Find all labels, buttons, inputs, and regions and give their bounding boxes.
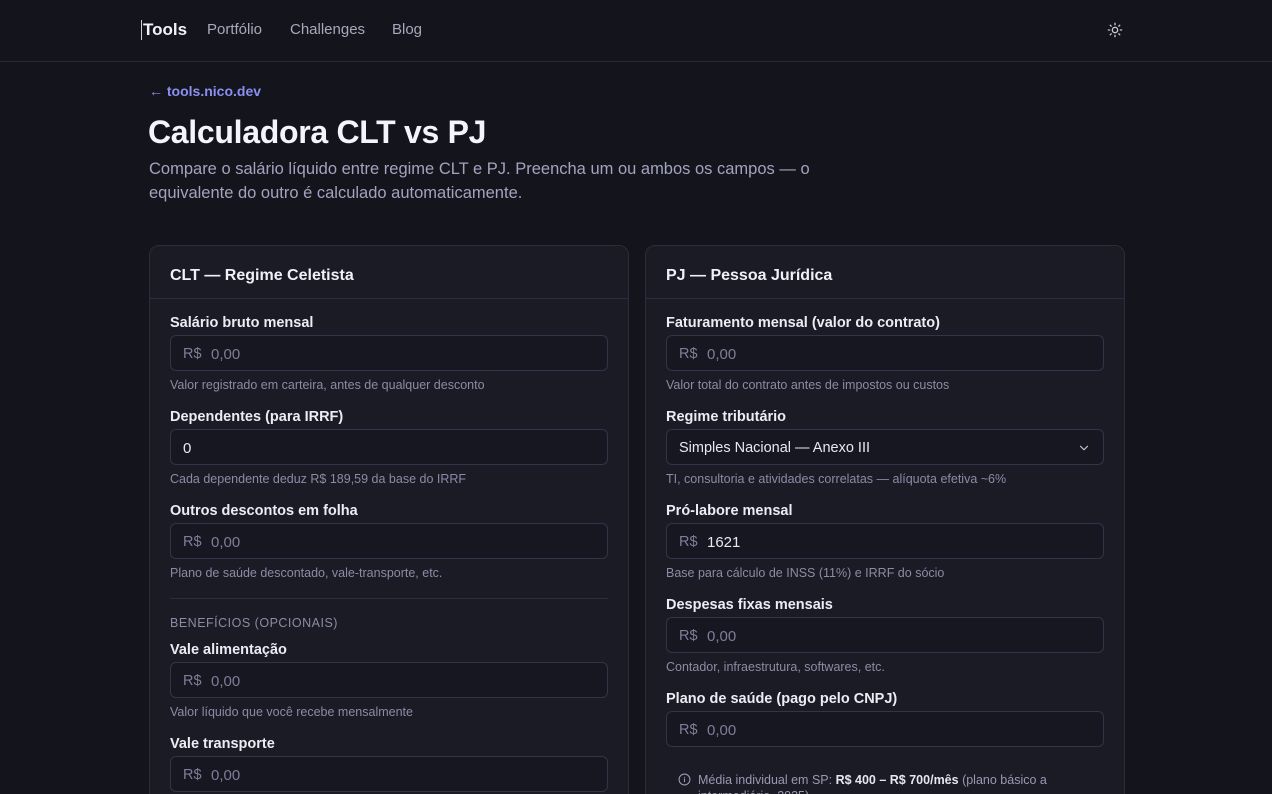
currency-prefix: R$: [183, 673, 202, 689]
currency-prefix: R$: [183, 767, 202, 783]
salary-label: Salário bruto mensal: [170, 315, 314, 331]
note-highlight: R$ 400 – R$ 700/mês: [835, 773, 959, 787]
health-plan-input[interactable]: [707, 720, 1087, 740]
sun-icon: [1107, 22, 1123, 38]
fixed-expenses-field: R$: [666, 617, 1104, 653]
transport-voucher-label: Vale transporte: [170, 736, 275, 752]
currency-prefix: R$: [679, 534, 698, 550]
tax-regime-help: TI, consultoria e atividades correlatas …: [666, 472, 1007, 486]
prolabore-input[interactable]: [707, 532, 1087, 552]
meal-voucher-input[interactable]: [211, 671, 591, 691]
back-link[interactable]: ← tools.nico.dev: [149, 82, 261, 100]
salary-field: R$: [170, 335, 608, 371]
transport-voucher-field: R$: [170, 756, 608, 792]
card-divider: [150, 298, 628, 299]
meal-voucher-label: Vale alimentação: [170, 642, 287, 658]
prolabore-help: Base para cálculo de INSS (11%) e IRRF d…: [666, 566, 945, 580]
transport-voucher-input[interactable]: [211, 765, 591, 785]
tax-regime-selected-value: Simples Nacional — Anexo III: [679, 440, 871, 456]
note-prefix: Média individual em SP:: [698, 773, 836, 787]
revenue-input[interactable]: [707, 344, 1087, 364]
tax-regime-label: Regime tributário: [666, 409, 787, 425]
chevron-down-icon: [1079, 445, 1089, 451]
page-intro: Compare o salário líquido entre regime C…: [149, 160, 810, 202]
revenue-field: R$: [666, 335, 1104, 371]
currency-prefix: R$: [679, 722, 698, 738]
top-navigation: Tools Portfólio Challenges Blog: [0, 0, 1272, 62]
prolabore-label: Pró-labore mensal: [666, 503, 793, 519]
health-plan-label: Plano de saúde (pago pelo CNPJ): [666, 691, 898, 707]
dependents-input[interactable]: [183, 438, 563, 458]
other-deductions-field: R$: [170, 523, 608, 559]
salary-input[interactable]: [211, 344, 591, 364]
fixed-expenses-input[interactable]: [707, 626, 1087, 646]
nav-link-blog[interactable]: Blog: [392, 21, 422, 39]
section-divider: [170, 598, 608, 599]
pj-card-title: PJ — Pessoa Jurídica: [666, 267, 833, 284]
revenue-help: Valor total do contrato antes de imposto…: [666, 378, 950, 392]
currency-prefix: R$: [183, 346, 202, 362]
card-divider: [646, 298, 1124, 299]
dependents-help: Cada dependente deduz R$ 189,59 da base …: [170, 472, 467, 486]
tax-regime-select[interactable]: Simples Nacional — Anexo III: [666, 429, 1104, 465]
fixed-expenses-help: Contador, infraestrutura, softwares, etc…: [666, 660, 885, 674]
brand-logo-link[interactable]: Tools: [141, 20, 187, 40]
info-icon: [678, 773, 691, 786]
health-plan-note: Média individual em SP: R$ 400 – R$ 700/…: [698, 772, 1098, 794]
clt-card-title: CLT — Regime Celetista: [170, 267, 354, 284]
dependents-label: Dependentes (para IRRF): [170, 409, 344, 425]
meal-voucher-field: R$: [170, 662, 608, 698]
other-deductions-input[interactable]: [211, 532, 591, 552]
dependents-field: [170, 429, 608, 465]
page-title: Calculadora CLT vs PJ: [148, 114, 487, 150]
fixed-expenses-label: Despesas fixas mensais: [666, 597, 833, 613]
nav-link-challenges[interactable]: Challenges: [290, 21, 365, 39]
theme-toggle-button[interactable]: [1105, 20, 1125, 40]
benefits-section-heading: BENEFÍCIOS (OPCIONAIS): [170, 616, 338, 630]
prolabore-field: R$: [666, 523, 1104, 559]
meal-voucher-help: Valor líquido que você recebe mensalment…: [170, 705, 413, 719]
currency-prefix: R$: [679, 346, 698, 362]
nav-link-portfolio[interactable]: Portfólio: [207, 21, 262, 39]
clt-card: CLT — Regime Celetista Salário bruto men…: [149, 245, 629, 794]
other-deductions-label: Outros descontos em folha: [170, 503, 358, 519]
health-plan-field: R$: [666, 711, 1104, 747]
salary-help: Valor registrado em carteira, antes de q…: [170, 378, 485, 392]
pj-card: PJ — Pessoa Jurídica Faturamento mensal …: [645, 245, 1125, 794]
currency-prefix: R$: [183, 534, 202, 550]
revenue-label: Faturamento mensal (valor do contrato): [666, 315, 940, 331]
other-deductions-help: Plano de saúde descontado, vale-transpor…: [170, 566, 443, 580]
currency-prefix: R$: [679, 628, 698, 644]
